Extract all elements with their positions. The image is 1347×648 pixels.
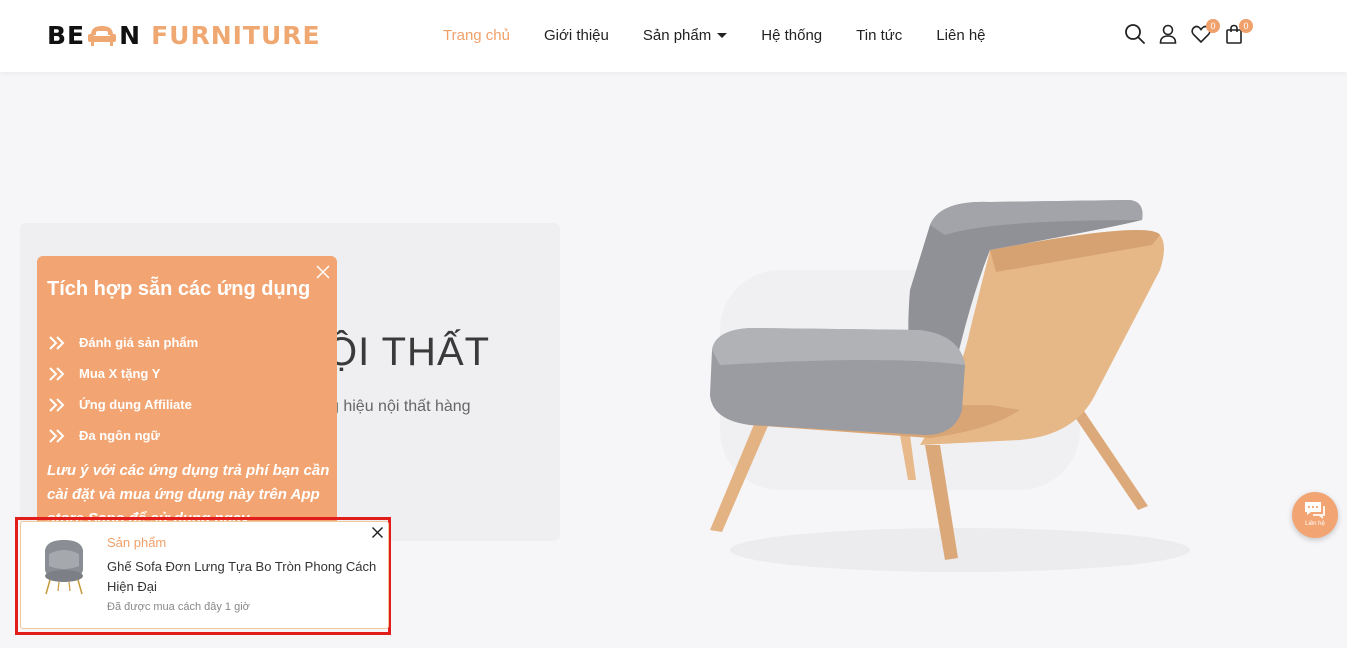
logo-text-right: N <box>119 20 142 50</box>
cart-count-badge: 0 <box>1239 19 1253 33</box>
toast-product-name[interactable]: Ghế Sofa Đơn Lưng Tựa Bo Tròn Phong Cách… <box>107 557 377 597</box>
product-thumbnail <box>37 536 91 596</box>
nav-item-stores[interactable]: Hệ thống <box>761 27 822 44</box>
nav-item-label: Trang chủ <box>443 26 510 44</box>
cart-button[interactable]: 0 <box>1223 19 1253 47</box>
search-button[interactable] <box>1124 23 1146 47</box>
popup-feature-list: Đánh giá sản phẩm Mua X tặng Y Ứng dụng … <box>49 327 198 451</box>
list-item: Đánh giá sản phẩm <box>49 327 198 358</box>
account-button[interactable] <box>1157 23 1179 47</box>
popup-heading: Tích hợp sẵn các ứng dụng <box>47 278 311 300</box>
recent-purchase-toast[interactable]: Sản phẩm Ghế Sofa Đơn Lưng Tựa Bo Tròn P… <box>20 521 389 629</box>
list-item-label: Đa ngôn ngữ <box>79 428 160 443</box>
nav-item-label: Sản phẩm <box>642 26 712 44</box>
double-chevron-right-icon <box>49 428 65 443</box>
logo-text-left: BE <box>47 20 86 50</box>
app-integration-popup: Tích hợp sẵn các ứng dụng Đánh giá sản p… <box>37 256 337 528</box>
list-item-label: Mua X tặng Y <box>79 366 161 381</box>
nav-item-label: Tin tức <box>856 26 903 44</box>
chevron-down-icon <box>717 32 728 38</box>
double-chevron-right-icon <box>49 397 65 412</box>
list-item: Ứng dụng Affiliate <box>49 389 198 420</box>
nav-item-home[interactable]: Trang chủ <box>443 27 510 44</box>
wishlist-button[interactable]: 0 <box>1190 19 1220 47</box>
close-icon[interactable] <box>314 263 332 281</box>
nav-item-news[interactable]: Tin tức <box>856 27 902 44</box>
double-chevron-right-icon <box>49 335 65 350</box>
chat-icon <box>1305 502 1325 519</box>
site-header: BE N FURNITURE Trang chủ Giới thiệu Sản … <box>0 0 1347 72</box>
close-icon[interactable] <box>371 526 384 539</box>
user-icon <box>1159 24 1177 44</box>
sofa-logo-icon <box>88 26 117 46</box>
main-nav: Trang chủ Giới thiệu Sản phẩm Hệ thống T… <box>443 24 1020 46</box>
nav-item-label: Hệ thống <box>761 26 823 44</box>
contact-button-label: Liên hệ <box>1305 521 1325 527</box>
hero-subtitle: g hiệu nội thất hàng <box>330 398 471 415</box>
toast-time-text: Đã được mua cách đây 1 giờ <box>107 601 250 613</box>
list-item: Mua X tặng Y <box>49 358 198 389</box>
list-item: Đa ngôn ngữ <box>49 420 198 451</box>
hero-chair-image <box>710 200 1190 572</box>
contact-button[interactable]: Liên hệ <box>1292 492 1338 538</box>
wishlist-count-badge: 0 <box>1206 19 1220 33</box>
nav-item-label: Giới thiệu <box>543 26 609 44</box>
logo-text-accent: FURNITURE <box>151 20 321 50</box>
brand-logo[interactable]: BE N FURNITURE <box>47 17 321 53</box>
nav-item-contact[interactable]: Liên hệ <box>936 27 985 44</box>
double-chevron-right-icon <box>49 366 65 381</box>
list-item-label: Đánh giá sản phẩm <box>79 335 199 350</box>
nav-item-products[interactable]: Sản phẩm <box>642 26 728 44</box>
search-icon <box>1125 24 1145 44</box>
hero-title: ỘI THẤT <box>326 330 491 374</box>
nav-item-about[interactable]: Giới thiệu <box>544 27 609 44</box>
nav-item-label: Liên hệ <box>936 26 986 44</box>
list-item-label: Ứng dụng Affiliate <box>79 397 192 412</box>
toast-category-label: Sản phẩm <box>107 535 167 550</box>
